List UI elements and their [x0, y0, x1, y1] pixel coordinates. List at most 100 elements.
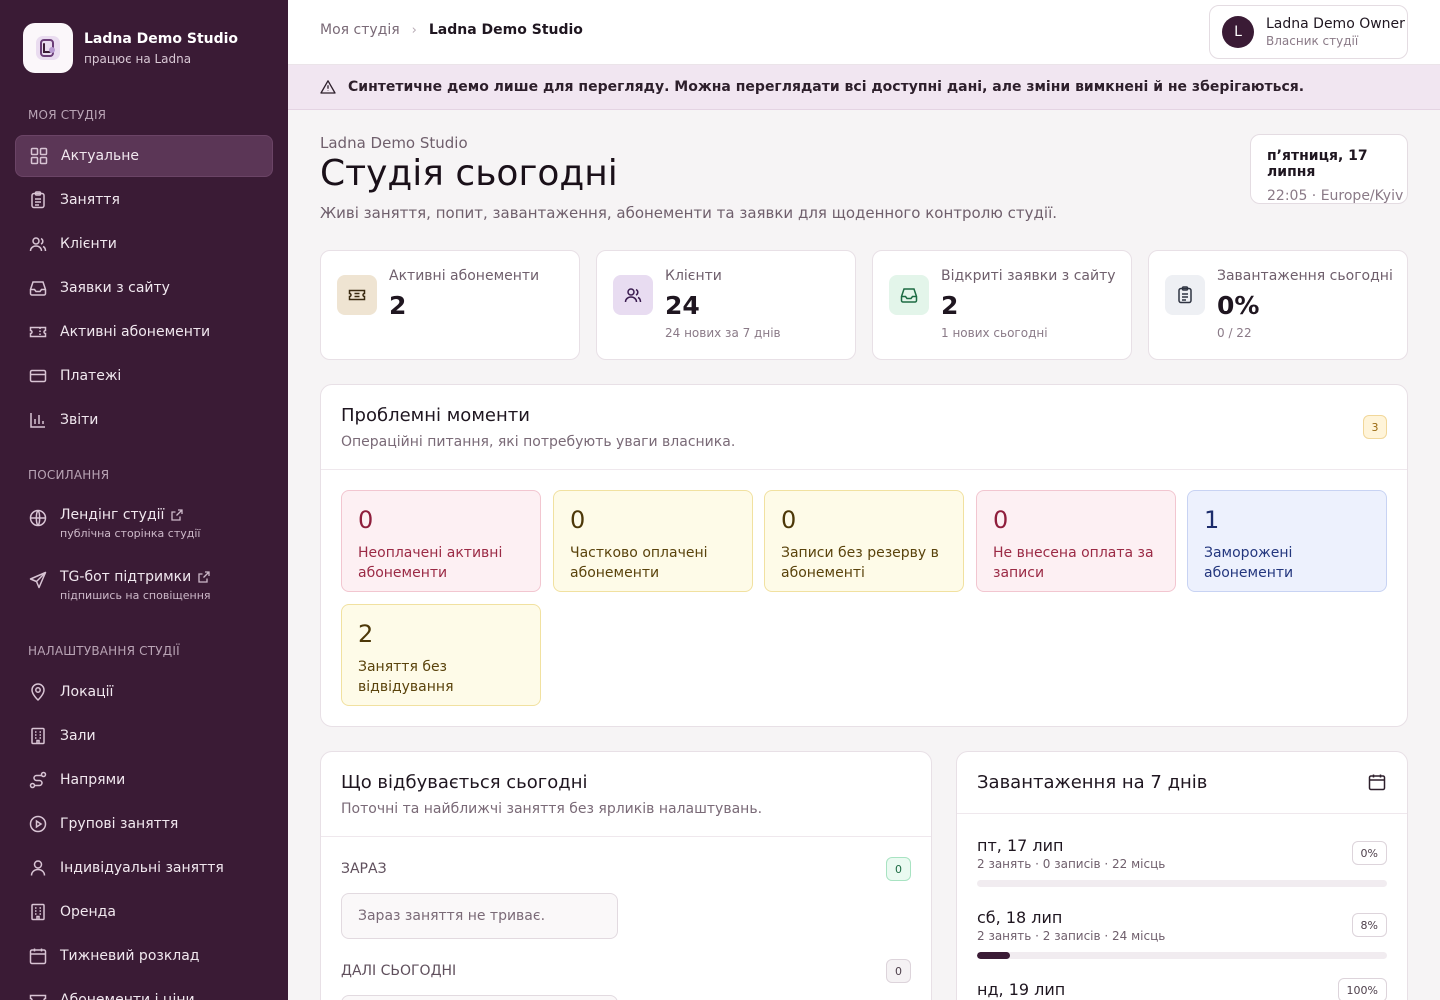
sidebar-item-directions[interactable]: Напрями: [15, 759, 273, 801]
stat-card-load-today[interactable]: Завантаження сьогодні 0% 0 / 22: [1148, 250, 1408, 360]
issue-label: Записи без резерву в абонементі: [781, 545, 939, 581]
load-bar-fill: [977, 952, 1010, 959]
breadcrumb-current: Ladna Demo Studio: [428, 22, 583, 38]
users-icon: [624, 288, 642, 303]
ticket-icon: [29, 326, 47, 338]
external-link-icon: [171, 509, 184, 521]
inbox-icon: [900, 288, 918, 303]
later-empty-state: [341, 995, 618, 1000]
sidebar-item-clients[interactable]: Клієнти: [15, 223, 273, 265]
stat-label: Клієнти: [665, 268, 722, 284]
demo-banner: Синтетичне демо лише для перегляду. Можн…: [288, 65, 1440, 110]
stat-card-site-requests[interactable]: Відкриті заявки з сайту 2 1 нових сьогод…: [872, 250, 1132, 360]
brand-logo: [23, 23, 73, 73]
sidebar-link-landing[interactable]: Лендінг студії публічна сторінка студії: [28, 507, 273, 540]
stat-card-active-passes[interactable]: Активні абонементи 2: [320, 250, 580, 360]
brand-sub: працює на Ladna: [84, 51, 192, 66]
section-links: Посилання: [28, 468, 110, 482]
later-section-header: Далі сьогодні 0: [341, 959, 911, 983]
divider: [321, 836, 931, 837]
stat-icon: [889, 275, 929, 315]
sidebar-item-classes[interactable]: Заняття: [15, 179, 273, 221]
day-load-badge: 100%: [1337, 978, 1387, 1000]
sidebar-item-reports[interactable]: Звіти: [15, 399, 273, 441]
sidebar-item-weekly-schedule[interactable]: Тижневий розклад: [15, 935, 273, 977]
load-day-row: сб, 18 лип 2 занять · 2 записів · 24 міс…: [977, 908, 1387, 959]
issue-label: Частково оплачені абонементи: [570, 545, 708, 581]
sidebar-item-halls[interactable]: Зали: [15, 715, 273, 757]
now-section-header: Зараз 0: [341, 857, 911, 881]
sidebar-item-passes-prices[interactable]: Абонементи і ціни: [15, 979, 273, 1000]
sidebar-item-label: Зали: [60, 728, 96, 744]
stat-note: 24 нових за 7 днів: [665, 326, 781, 340]
sidebar-item-group-classes[interactable]: Групові заняття: [15, 803, 273, 845]
load-day-row: нд, 19 лип 100%: [977, 978, 1387, 1000]
building-icon: [31, 903, 45, 921]
sidebar-item-label: Заявки з сайту: [60, 280, 170, 296]
sidebar-item-locations[interactable]: Локації: [15, 671, 273, 713]
user-icon: [30, 860, 46, 876]
sidebar-item-rent[interactable]: Оренда: [15, 891, 273, 933]
sidebar-item-label: Індивідуальні заняття: [60, 860, 224, 876]
sidebar-item-payments[interactable]: Платежі: [15, 355, 273, 397]
issue-unpaid-active-passes[interactable]: 0 Неоплачені активні абонементи: [341, 490, 541, 592]
sidebar-item-individual-classes[interactable]: Індивідуальні заняття: [15, 847, 273, 889]
page-kicker: Ladna Demo Studio: [320, 134, 468, 152]
stat-value: 24: [665, 291, 700, 320]
play-circle-icon: [29, 815, 47, 833]
issue-partially-paid-passes[interactable]: 0 Частково оплачені абонементи: [553, 490, 753, 592]
map-pin-icon: [31, 683, 45, 702]
external-link-icon: [198, 571, 210, 583]
day-title: нд, 19 лип: [977, 980, 1066, 999]
stat-icon: [613, 275, 653, 315]
sidebar-link-tg-bot[interactable]: TG-бот підтримки підпишись на сповіщення: [28, 569, 273, 602]
stat-label: Відкриті заявки з сайту: [941, 268, 1116, 284]
user-name: Ladna Demo Owner: [1266, 16, 1405, 32]
sidebar: Ladna Demo Studio працює на Ladna Моя ст…: [0, 0, 288, 1000]
ticket-icon: [29, 994, 47, 1000]
stat-note: 0 / 22: [1217, 326, 1252, 340]
later-title: Далі сьогодні: [341, 963, 457, 979]
issue-unpaid-bookings[interactable]: 0 Не внесена оплата за записи: [976, 490, 1176, 592]
day-load-badge: 0%: [1351, 841, 1387, 865]
brand[interactable]: Ladna Demo Studio працює на Ladna: [23, 23, 238, 73]
issues-card: Проблемні моменти Операційні питання, як…: [320, 384, 1408, 727]
demo-banner-text: Синтетичне демо лише для перегляду. Можн…: [348, 79, 1305, 95]
sidebar-item-active-passes[interactable]: Активні абонементи: [15, 311, 273, 353]
user-menu[interactable]: L Ladna Demo Owner Власник студії: [1209, 5, 1408, 59]
topbar: Моя студія › Ladna Demo Studio L Ladna D…: [288, 0, 1440, 65]
load-bar: [977, 880, 1387, 887]
sidebar-item-label: Активні абонементи: [60, 324, 211, 340]
today-title: Що відбувається сьогодні: [341, 772, 588, 793]
issue-value: 2: [358, 620, 374, 648]
current-time: 22:05 · Europe/Kyiv: [1267, 188, 1404, 204]
issue-bookings-without-reserve[interactable]: 0 Записи без резерву в абонементі: [764, 490, 964, 592]
clipboard-icon: [31, 191, 45, 209]
page-title: Студія сьогодні: [320, 153, 618, 194]
link-title: Лендінг студії: [60, 507, 200, 523]
brand-name: Ladna Demo Studio: [84, 30, 239, 47]
globe-icon: [29, 509, 47, 527]
sidebar-item-label: Платежі: [60, 368, 122, 384]
stat-card-clients[interactable]: Клієнти 24 24 нових за 7 днів: [596, 250, 856, 360]
calendar-icon[interactable]: [1367, 772, 1387, 792]
today-subtitle: Поточні та найближчі заняття без ярликів…: [341, 801, 763, 817]
avatar: L: [1222, 16, 1254, 48]
issue-label: Не внесена оплата за записи: [993, 545, 1154, 581]
divider: [321, 469, 1407, 470]
issue-classes-without-attendance[interactable]: 2 Заняття без відвідування: [341, 604, 541, 706]
now-empty-state: Зараз заняття не триває.: [341, 893, 618, 939]
sidebar-item-site-requests[interactable]: Заявки з сайту: [15, 267, 273, 309]
issue-value: 0: [781, 506, 797, 534]
building-icon: [31, 727, 45, 745]
link-subtitle: підпишись на сповіщення: [60, 589, 211, 602]
load-day-row: пт, 17 лип 2 занять · 0 записів · 22 міс…: [977, 836, 1387, 887]
now-count-badge: 0: [886, 857, 911, 881]
day-title: пт, 17 лип: [977, 836, 1064, 855]
stat-note: 1 нових сьогодні: [941, 326, 1048, 340]
issue-frozen-passes[interactable]: 1 Заморожені абонементи: [1187, 490, 1387, 592]
sidebar-item-current[interactable]: Актуальне: [15, 135, 273, 177]
breadcrumb-root[interactable]: Моя студія: [320, 22, 400, 38]
user-role: Власник студії: [1266, 34, 1359, 48]
issue-value: 0: [993, 506, 1009, 534]
